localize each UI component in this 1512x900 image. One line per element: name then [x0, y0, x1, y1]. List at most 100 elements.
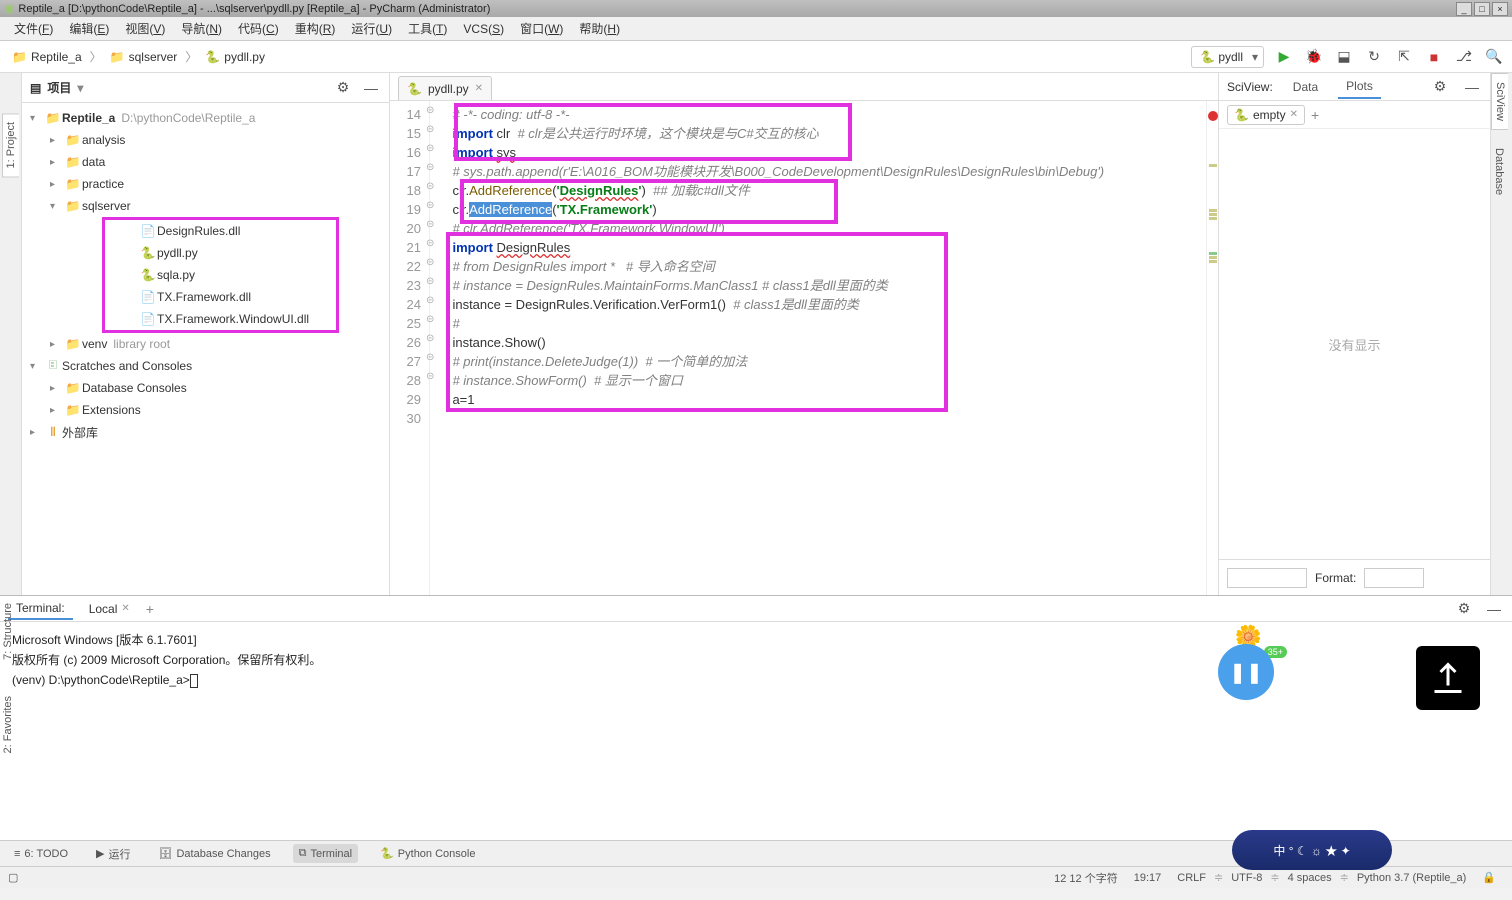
code-line[interactable]: import clr # clr是公共运行时环境，这个模块是与C#交互的核心 [438, 124, 1206, 143]
attach-button[interactable]: ⇱ [1394, 47, 1414, 67]
add-plot-button[interactable]: + [1311, 107, 1319, 123]
code-line[interactable]: # instance.ShowForm() # 显示一个窗口 [438, 371, 1206, 390]
close-icon[interactable]: ✕ [1290, 109, 1298, 120]
editor-tab-pydll[interactable]: 🐍 pydll.py ✕ [398, 76, 492, 100]
run-tab[interactable]: ▶运行 [90, 843, 136, 865]
warning-marker[interactable] [1209, 256, 1217, 259]
format-input[interactable] [1364, 568, 1424, 588]
code-line[interactable]: # instance = DesignRules.MaintainForms.M… [438, 276, 1206, 295]
search-icon[interactable]: 🔍 [1484, 47, 1504, 67]
coverage-button[interactable]: ⬓ [1334, 47, 1354, 67]
menu-n[interactable]: 导航(N) [175, 18, 228, 39]
pause-widget[interactable]: ❚❚ [1218, 644, 1274, 700]
menu-s[interactable]: VCS(S) [457, 20, 510, 38]
database-tool-tab[interactable]: Database [1491, 140, 1507, 203]
breadcrumb-item[interactable]: 📁Reptile_a [8, 48, 86, 66]
tree-external-libs[interactable]: ▸⦀外部库 [22, 421, 389, 443]
chevron-down-icon[interactable]: ▾ [77, 81, 83, 95]
menu-e[interactable]: 编辑(E) [63, 18, 115, 39]
code-line[interactable]: # [438, 314, 1206, 333]
upload-button[interactable] [1416, 646, 1480, 710]
warning-marker[interactable] [1209, 260, 1217, 263]
run-button[interactable]: ▶ [1274, 47, 1294, 67]
python-console-tab[interactable]: 🐍Python Console [374, 844, 481, 863]
stop-button[interactable]: ■ [1424, 47, 1444, 67]
code-line[interactable]: clr.AddReference('DesignRules') ## 加载c#d… [438, 181, 1206, 200]
add-terminal-button[interactable]: + [146, 601, 154, 617]
tree-folder-sqlserver[interactable]: ▾📁sqlserver [22, 195, 389, 217]
menu-r[interactable]: 重构(R) [289, 18, 342, 39]
tree-folder-practice[interactable]: ▸📁practice [22, 173, 389, 195]
breadcrumb-item[interactable]: 📁sqlserver [106, 48, 182, 66]
menu-w[interactable]: 窗口(W) [514, 18, 569, 39]
code-line[interactable]: a=1 [438, 390, 1206, 409]
code-line[interactable]: import sys [438, 143, 1206, 162]
warning-marker[interactable] [1209, 164, 1217, 167]
status-icon[interactable]: ▢ [8, 871, 18, 884]
menu-f[interactable]: 文件(F) [8, 18, 59, 39]
tree-file[interactable]: 📄DesignRules.dll [105, 220, 336, 242]
todo-tab[interactable]: ≡6: TODO [8, 845, 74, 863]
code-line[interactable]: # from DesignRules import * # 导入命名空间 [438, 257, 1206, 276]
gear-icon[interactable]: ⚙ [1430, 77, 1450, 97]
tree-root[interactable]: ▾📁Reptile_aD:\pythonCode\Reptile_a [22, 107, 389, 129]
lock-icon[interactable]: 🔒 [1474, 871, 1504, 884]
tree-file[interactable]: 🐍pydll.py [105, 242, 336, 264]
breadcrumb-item[interactable]: 🐍pydll.py [201, 48, 269, 66]
tab-plots[interactable]: Plots [1338, 75, 1381, 99]
profile-button[interactable]: ↻ [1364, 47, 1384, 67]
code-line[interactable]: # print(instance.DeleteJudge(1)) # 一个简单的… [438, 352, 1206, 371]
warning-marker[interactable] [1209, 217, 1217, 220]
code-line[interactable]: instance = DesignRules.Verification.VerF… [438, 295, 1206, 314]
menu-h[interactable]: 帮助(H) [573, 18, 626, 39]
terminal-tab-local[interactable]: Local ✕ [83, 600, 136, 618]
code-line[interactable]: # -*- coding: utf-8 -*- [438, 105, 1206, 124]
gear-icon[interactable]: ⚙ [333, 78, 353, 98]
tree-database-consoles[interactable]: ▸📁Database Consoles [22, 377, 389, 399]
tree-scratches[interactable]: ▾🗉Scratches and Consoles [22, 355, 389, 377]
minimize-button[interactable]: _ [1456, 2, 1472, 16]
error-marker[interactable] [1208, 111, 1218, 121]
status-encoding[interactable]: UTF-8 [1223, 872, 1270, 884]
ime-toolbar[interactable]: 中 ° ☾ ☼ ★ ✦ [1232, 830, 1392, 870]
tree-file[interactable]: 📄TX.Framework.WindowUI.dll [105, 308, 336, 330]
sciview-tool-tab[interactable]: SciView [1491, 73, 1508, 130]
project-tool-tab[interactable]: 1: Project [2, 113, 19, 177]
code-line[interactable]: import DesignRules [438, 238, 1206, 257]
database-changes-tab[interactable]: 🗄Database Changes [153, 844, 277, 863]
menu-u[interactable]: 运行(U) [345, 18, 398, 39]
hide-panel-button[interactable]: — [361, 78, 381, 98]
code-line[interactable] [438, 409, 1206, 428]
tree-folder-analysis[interactable]: ▸📁analysis [22, 129, 389, 151]
status-eol[interactable]: CRLF [1169, 872, 1214, 884]
run-config-dropdown[interactable]: 🐍 pydll [1191, 46, 1264, 68]
code-line[interactable]: # clr.AddReference('TX.Framework.WindowU… [438, 219, 1206, 238]
status-position[interactable]: 12 12 个字符 [1046, 870, 1126, 886]
terminal-tab[interactable]: ⧉Terminal [293, 844, 358, 863]
menu-v[interactable]: 视图(V) [119, 18, 171, 39]
hide-panel-button[interactable]: — [1462, 77, 1482, 97]
close-icon[interactable]: ✕ [475, 83, 483, 94]
close-icon[interactable]: ✕ [121, 603, 129, 614]
tree-extensions[interactable]: ▸📁Extensions [22, 399, 389, 421]
status-indent[interactable]: 4 spaces [1280, 872, 1340, 884]
menu-t[interactable]: 工具(T) [402, 18, 453, 39]
tree-file[interactable]: 📄TX.Framework.dll [105, 286, 336, 308]
code-line[interactable]: clr.AddReference('TX.Framework') [438, 200, 1206, 219]
status-interpreter[interactable]: Python 3.7 (Reptile_a) [1349, 872, 1474, 884]
warning-marker[interactable] [1209, 213, 1217, 216]
close-button[interactable]: × [1492, 2, 1508, 16]
maximize-button[interactable]: □ [1474, 2, 1490, 16]
plot-name-input[interactable] [1227, 568, 1307, 588]
debug-button[interactable]: 🐞 [1304, 47, 1324, 67]
warning-marker[interactable] [1209, 209, 1217, 212]
tree-file[interactable]: 🐍sqla.py [105, 264, 336, 286]
tab-data[interactable]: Data [1285, 76, 1326, 98]
gear-icon[interactable]: ⚙ [1454, 599, 1474, 619]
vcs-button[interactable]: ⎇ [1454, 47, 1474, 67]
code-editor[interactable]: # -*- coding: utf-8 -*- import clr # clr… [430, 101, 1206, 595]
terminal-line[interactable]: (venv) D:\pythonCode\Reptile_a> [12, 670, 1500, 690]
warning-marker[interactable] [1209, 252, 1217, 255]
code-line[interactable]: instance.Show() [438, 333, 1206, 352]
plot-tab-empty[interactable]: 🐍 empty ✕ [1227, 105, 1305, 125]
